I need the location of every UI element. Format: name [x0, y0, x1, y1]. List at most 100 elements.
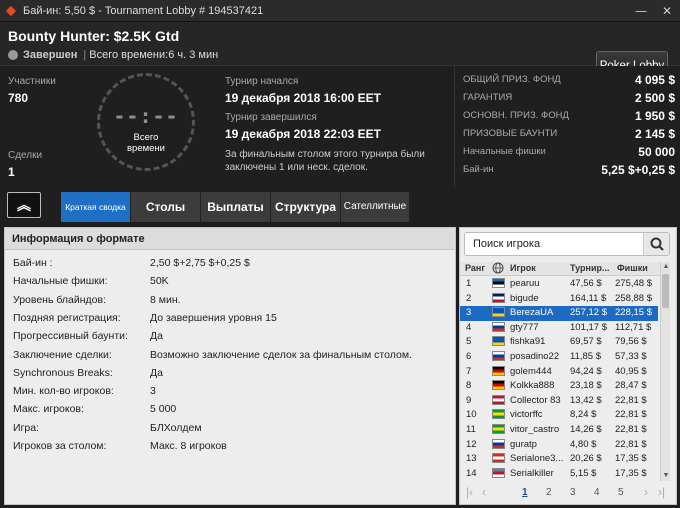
column-country[interactable]	[492, 262, 504, 276]
country-flag-icon	[492, 453, 505, 464]
column-tourney[interactable]: Турнир...	[570, 263, 610, 273]
format-key: Макс. игроков:	[13, 403, 84, 416]
player-chips: 112,71 $	[615, 321, 652, 333]
player-row[interactable]: 1 pearuu 47,56 $ 275,48 $	[460, 277, 658, 292]
deals-count: 1	[8, 165, 15, 179]
close-icon[interactable]: ✕	[654, 0, 680, 22]
page-4[interactable]: 4	[594, 487, 600, 498]
first-page-icon[interactable]: |‹	[466, 485, 473, 499]
player-row[interactable]: 11 vitor_castro 14,26 $ 22,81 $	[460, 423, 658, 438]
search-button[interactable]	[643, 233, 669, 255]
player-tourney-winnings: 20,26 $	[570, 453, 602, 465]
country-flag-icon	[492, 365, 505, 376]
format-info-title: Информация о формате	[5, 228, 455, 250]
tab-structure[interactable]: Структура	[271, 192, 341, 222]
pagination: |‹ ‹ 1 2 3 4 5 › ›|	[460, 483, 676, 503]
column-player[interactable]: Игрок	[510, 263, 536, 273]
player-tourney-winnings: 23,18 $	[570, 380, 602, 392]
country-flag-icon	[492, 321, 505, 332]
scroll-down-icon[interactable]: ▼	[661, 471, 671, 481]
player-tourney-winnings: 8,24 $	[570, 409, 597, 421]
player-tourney-winnings: 5,15 $	[570, 467, 597, 479]
tab-tables[interactable]: Столы	[131, 192, 201, 222]
player-row[interactable]: 4 gty777 101,17 $ 112,71 $	[460, 321, 658, 336]
tab-summary[interactable]: Краткая сводка	[61, 192, 131, 222]
participants-count: 780	[8, 91, 29, 105]
player-rank: 11	[466, 424, 476, 435]
player-row[interactable]: 10 victorffc 8,24 $ 22,81 $	[460, 408, 658, 423]
country-flag-icon	[492, 292, 505, 303]
player-rank: 5	[466, 336, 472, 348]
player-list-panel: Поиск игрока Ранг Игрок Турнир... Фишки …	[459, 227, 677, 505]
player-row[interactable]: 6 posadino22 11,85 $ 57,33 $	[460, 350, 658, 365]
format-row: Прогрессивный баунти: Да	[13, 328, 443, 345]
country-flag-icon	[492, 278, 505, 288]
tab-payouts[interactable]: Выплаты	[201, 192, 271, 222]
prize-value: 4 095 $	[634, 73, 675, 87]
player-chips: 22,81 $	[615, 424, 647, 435]
prize-row: Основн. приз. фонд 1 950 $	[463, 108, 675, 126]
prize-value: 50 000	[638, 145, 675, 159]
tab-satellites[interactable]: Сателлитные	[341, 192, 410, 222]
format-key: Поздняя регистрация:	[13, 311, 121, 324]
player-row[interactable]: 14 Serialkiller 5,15 $ 17,35 $	[460, 467, 658, 481]
scrollbar-thumb[interactable]	[662, 274, 669, 308]
player-rank: 7	[466, 365, 472, 377]
last-page-icon[interactable]: ›|	[658, 485, 665, 499]
player-name: gty777	[510, 321, 539, 333]
scroll-up-icon[interactable]: ▲	[661, 262, 671, 272]
format-value: 2,50 $+2,75 $+0,25 $	[150, 257, 250, 269]
player-name: Kolkka888	[510, 380, 555, 392]
player-chips: 22,81 $	[615, 438, 647, 450]
prize-label: Призовые баунти	[463, 128, 558, 139]
player-row[interactable]: 7 golem444 94,24 $ 40,95 $	[460, 365, 658, 380]
format-value: До завершения уровня 15	[150, 311, 277, 324]
page-2[interactable]: 2	[546, 487, 552, 498]
country-flag-icon	[492, 424, 505, 434]
player-chips: 79,56 $	[615, 336, 647, 348]
page-1[interactable]: 1	[522, 487, 528, 498]
minimize-icon[interactable]: —	[628, 0, 654, 22]
format-row: Synchronous Breaks: Да	[13, 365, 443, 382]
player-row[interactable]: 13 Serialone3... 20,26 $ 17,35 $	[460, 452, 658, 467]
window-titlebar: Бай-ин: 5,50 $ - Tournament Lobby # 1945…	[0, 0, 680, 22]
player-row[interactable]: 2 bigude 164,11 $ 258,88 $	[460, 292, 658, 307]
prize-value: 2 145 $	[634, 127, 675, 141]
format-key: Бай-ин :	[13, 257, 53, 269]
player-tourney-winnings: 13,42 $	[570, 394, 602, 406]
column-rank[interactable]: Ранг	[465, 263, 485, 273]
player-tourney-winnings: 164,11 $	[570, 292, 607, 304]
column-chips[interactable]: Фишки	[617, 263, 648, 273]
prev-page-icon[interactable]: ‹	[482, 485, 486, 499]
player-row[interactable]: 9 Collector 83 13,42 $ 22,81 $	[460, 394, 658, 409]
player-row[interactable]: 12 guratp 4,80 $ 22,81 $	[460, 438, 658, 453]
next-page-icon[interactable]: ›	[644, 485, 648, 499]
player-chips: 57,33 $	[615, 351, 647, 362]
player-name: Serialone3...	[510, 453, 564, 465]
player-row[interactable]: 5 fishka91 69,57 $ 79,56 $	[460, 335, 658, 350]
country-flag-icon	[492, 438, 505, 449]
player-row[interactable]: 3 BerezaUA 257,12 $ 228,15 $	[460, 306, 658, 322]
format-row: Заключение сделки: Возможно заключение сд…	[13, 347, 443, 364]
player-rank: 13	[466, 453, 477, 465]
player-rank: 3	[466, 307, 472, 319]
prize-label: Основн. приз. фонд	[463, 110, 569, 121]
elapsed-time-clock: --:-- Всего времени	[97, 73, 195, 171]
page-3[interactable]: 3	[570, 487, 576, 498]
format-key: Игроков за столом:	[13, 440, 107, 452]
player-chips: 40,95 $	[615, 365, 647, 377]
collapse-chevron-up-icon[interactable]: ︽	[7, 192, 41, 218]
globe-icon	[492, 262, 504, 274]
country-flag-icon	[492, 467, 505, 478]
player-rank: 9	[466, 394, 472, 406]
country-flag-icon	[492, 307, 505, 318]
page-5[interactable]: 5	[618, 487, 624, 498]
window-title: Бай-ин: 5,50 $ - Tournament Lobby # 1945…	[23, 4, 264, 17]
country-flag-icon	[492, 394, 505, 405]
player-list-scrollbar[interactable]: ▲ ▼	[660, 262, 670, 481]
player-name: pearuu	[510, 278, 540, 289]
status-label: Завершен	[23, 49, 78, 61]
prize-value: 5,25 $+0,25 $	[601, 163, 675, 177]
player-row[interactable]: 8 Kolkka888 23,18 $ 28,47 $	[460, 379, 658, 394]
player-search-input[interactable]: Поиск игрока	[464, 232, 670, 256]
